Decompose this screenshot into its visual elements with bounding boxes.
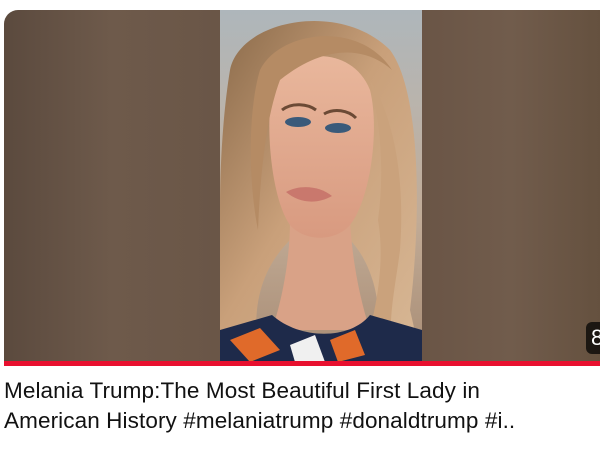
video-progress-track <box>4 361 600 366</box>
video-title-line-2: American History #melaniatrump #donaldtr… <box>4 408 516 433</box>
portrait-photo <box>220 10 422 362</box>
video-thumbnail[interactable] <box>4 10 600 362</box>
video-card[interactable]: 8 Melania Trump:The Most Beautiful First… <box>0 0 600 449</box>
duration-badge: 8 <box>586 322 600 354</box>
video-progress-fill <box>4 361 600 366</box>
video-title[interactable]: Melania Trump:The Most Beautiful First L… <box>4 376 600 436</box>
video-title-line-1: Melania Trump:The Most Beautiful First L… <box>4 378 481 403</box>
thumbnail-blur-background <box>422 10 600 362</box>
portrait-illustration <box>220 21 422 362</box>
